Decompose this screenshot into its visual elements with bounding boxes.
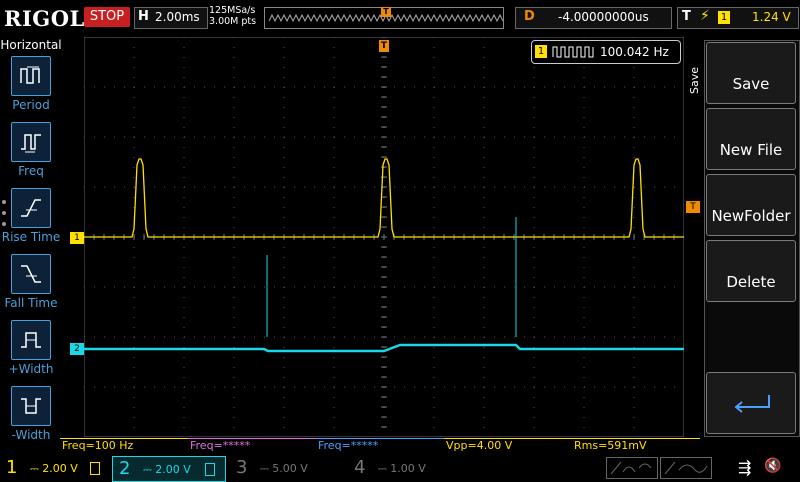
pos-width-icon [11,320,51,360]
measurement-4[interactable]: Vpp=4.00 V [444,438,572,453]
menu-label-fall-time: Fall Time [4,296,58,310]
measurement-5[interactable]: Rms=591mV [572,438,700,453]
rise-time-icon [11,188,51,228]
channel-4-number: 4 [354,457,366,478]
menu-item-period[interactable]: Period [0,56,62,112]
math-icon[interactable] [606,457,658,479]
delay-box[interactable]: D -4.00000000us [515,7,672,29]
square-wave-icon [552,46,594,58]
channel-2-status[interactable]: 2 ⎓ 2.00 V [112,456,226,482]
channel-2-bandwidth-icon [205,463,215,476]
horizontal-scale-box[interactable]: H 2.00ms [134,7,208,29]
delete-button[interactable]: Delete [706,240,796,302]
trigger-source: 1 [718,11,730,24]
menu-label-neg-width: -Width [11,428,51,442]
left-menu: Period Freq Rise Time Fall Time +Width -… [0,36,62,454]
channel-4-status[interactable]: 4 ⎓ 1.00 V [348,456,460,480]
measurement-3[interactable]: Freq=***** [316,438,444,453]
menu-item-rise-time[interactable]: Rise Time [0,188,62,244]
delay-value: -4.00000000us [558,10,649,24]
measurement-2[interactable]: Freq=***** [188,438,316,453]
trigger-label: T [682,9,691,24]
freq-icon [11,122,51,162]
waveform-display[interactable] [84,37,684,437]
new-folder-button[interactable]: NewFolder [706,174,796,236]
frequency-counter: 1 100.042 Hz [531,40,681,64]
measurement-bar: Freq=100 Hz Freq=***** Freq=***** Vpp=4.… [60,438,700,452]
horizontal-scale-value: 2.00ms [155,10,200,24]
menu-item-pos-width[interactable]: +Width [0,320,62,376]
rising-edge-icon: ⚡ [700,8,710,24]
channel-4-scale: 1.00 V [390,462,426,475]
trigger-box[interactable]: T ⚡ 1 1.24 V [677,7,799,29]
memory-depth: 3.00M pts [209,16,257,27]
sound-icon: 🔇 [764,458,782,474]
channel-3-number: 3 [236,457,248,478]
trigger-level-marker[interactable]: T [686,201,700,213]
right-menu-tab-label: Save [688,66,701,94]
ref-icon[interactable] [660,457,712,479]
period-icon [11,56,51,96]
channel-1-number: 1 [6,457,18,478]
menu-label-freq: Freq [18,164,44,178]
new-file-button[interactable]: New File [706,108,796,170]
channel-2-marker[interactable]: 2 [70,343,84,355]
menu-label-period: Period [12,98,50,112]
channel-1-marker[interactable]: 1 [70,232,84,244]
counter-value: 100.042 Hz [600,45,669,59]
save-button[interactable]: Save [706,42,796,104]
channel-1-bandwidth-icon [90,462,100,475]
counter-channel: 1 [535,45,547,58]
sample-info: 125MSa/s 3.00M pts [209,5,256,27]
channel-3-scale: 5.00 V [272,462,308,475]
channel-1-scale: 2.00 V [42,462,78,475]
usb-icon: ⇶ [738,458,752,477]
measurement-1[interactable]: Freq=100 Hz [60,438,188,453]
menu-label-rise-time: Rise Time [1,230,61,244]
brand-logo: RIGOL [4,6,85,31]
menu-page-indicator [2,200,6,233]
enter-arrow-icon [734,395,770,413]
menu-item-fall-time[interactable]: Fall Time [0,254,62,310]
trigger-position-marker: T [381,7,391,17]
delay-label: D [524,9,535,24]
sample-rate: 125MSa/s [209,5,256,16]
menu-item-neg-width[interactable]: -Width [0,386,62,442]
channel-1-status[interactable]: 1 ⎓ 2.00 V [0,456,110,480]
trigger-time-marker[interactable]: T [379,40,389,52]
channel-3-status[interactable]: 3 ⎓ 5.00 V [230,456,342,480]
horizontal-label: H [138,9,149,24]
fall-time-icon [11,254,51,294]
enter-button[interactable] [706,372,796,434]
neg-width-icon [11,386,51,426]
menu-item-freq[interactable]: Freq [0,122,62,178]
channel-2-scale: 2.00 V [155,463,191,476]
menu-label-pos-width: +Width [8,362,54,376]
trigger-level: 1.24 V [752,10,791,24]
right-menu-tab: Save [686,60,704,100]
channel-2-number: 2 [119,458,131,479]
run-stop-indicator[interactable]: STOP [84,7,130,27]
